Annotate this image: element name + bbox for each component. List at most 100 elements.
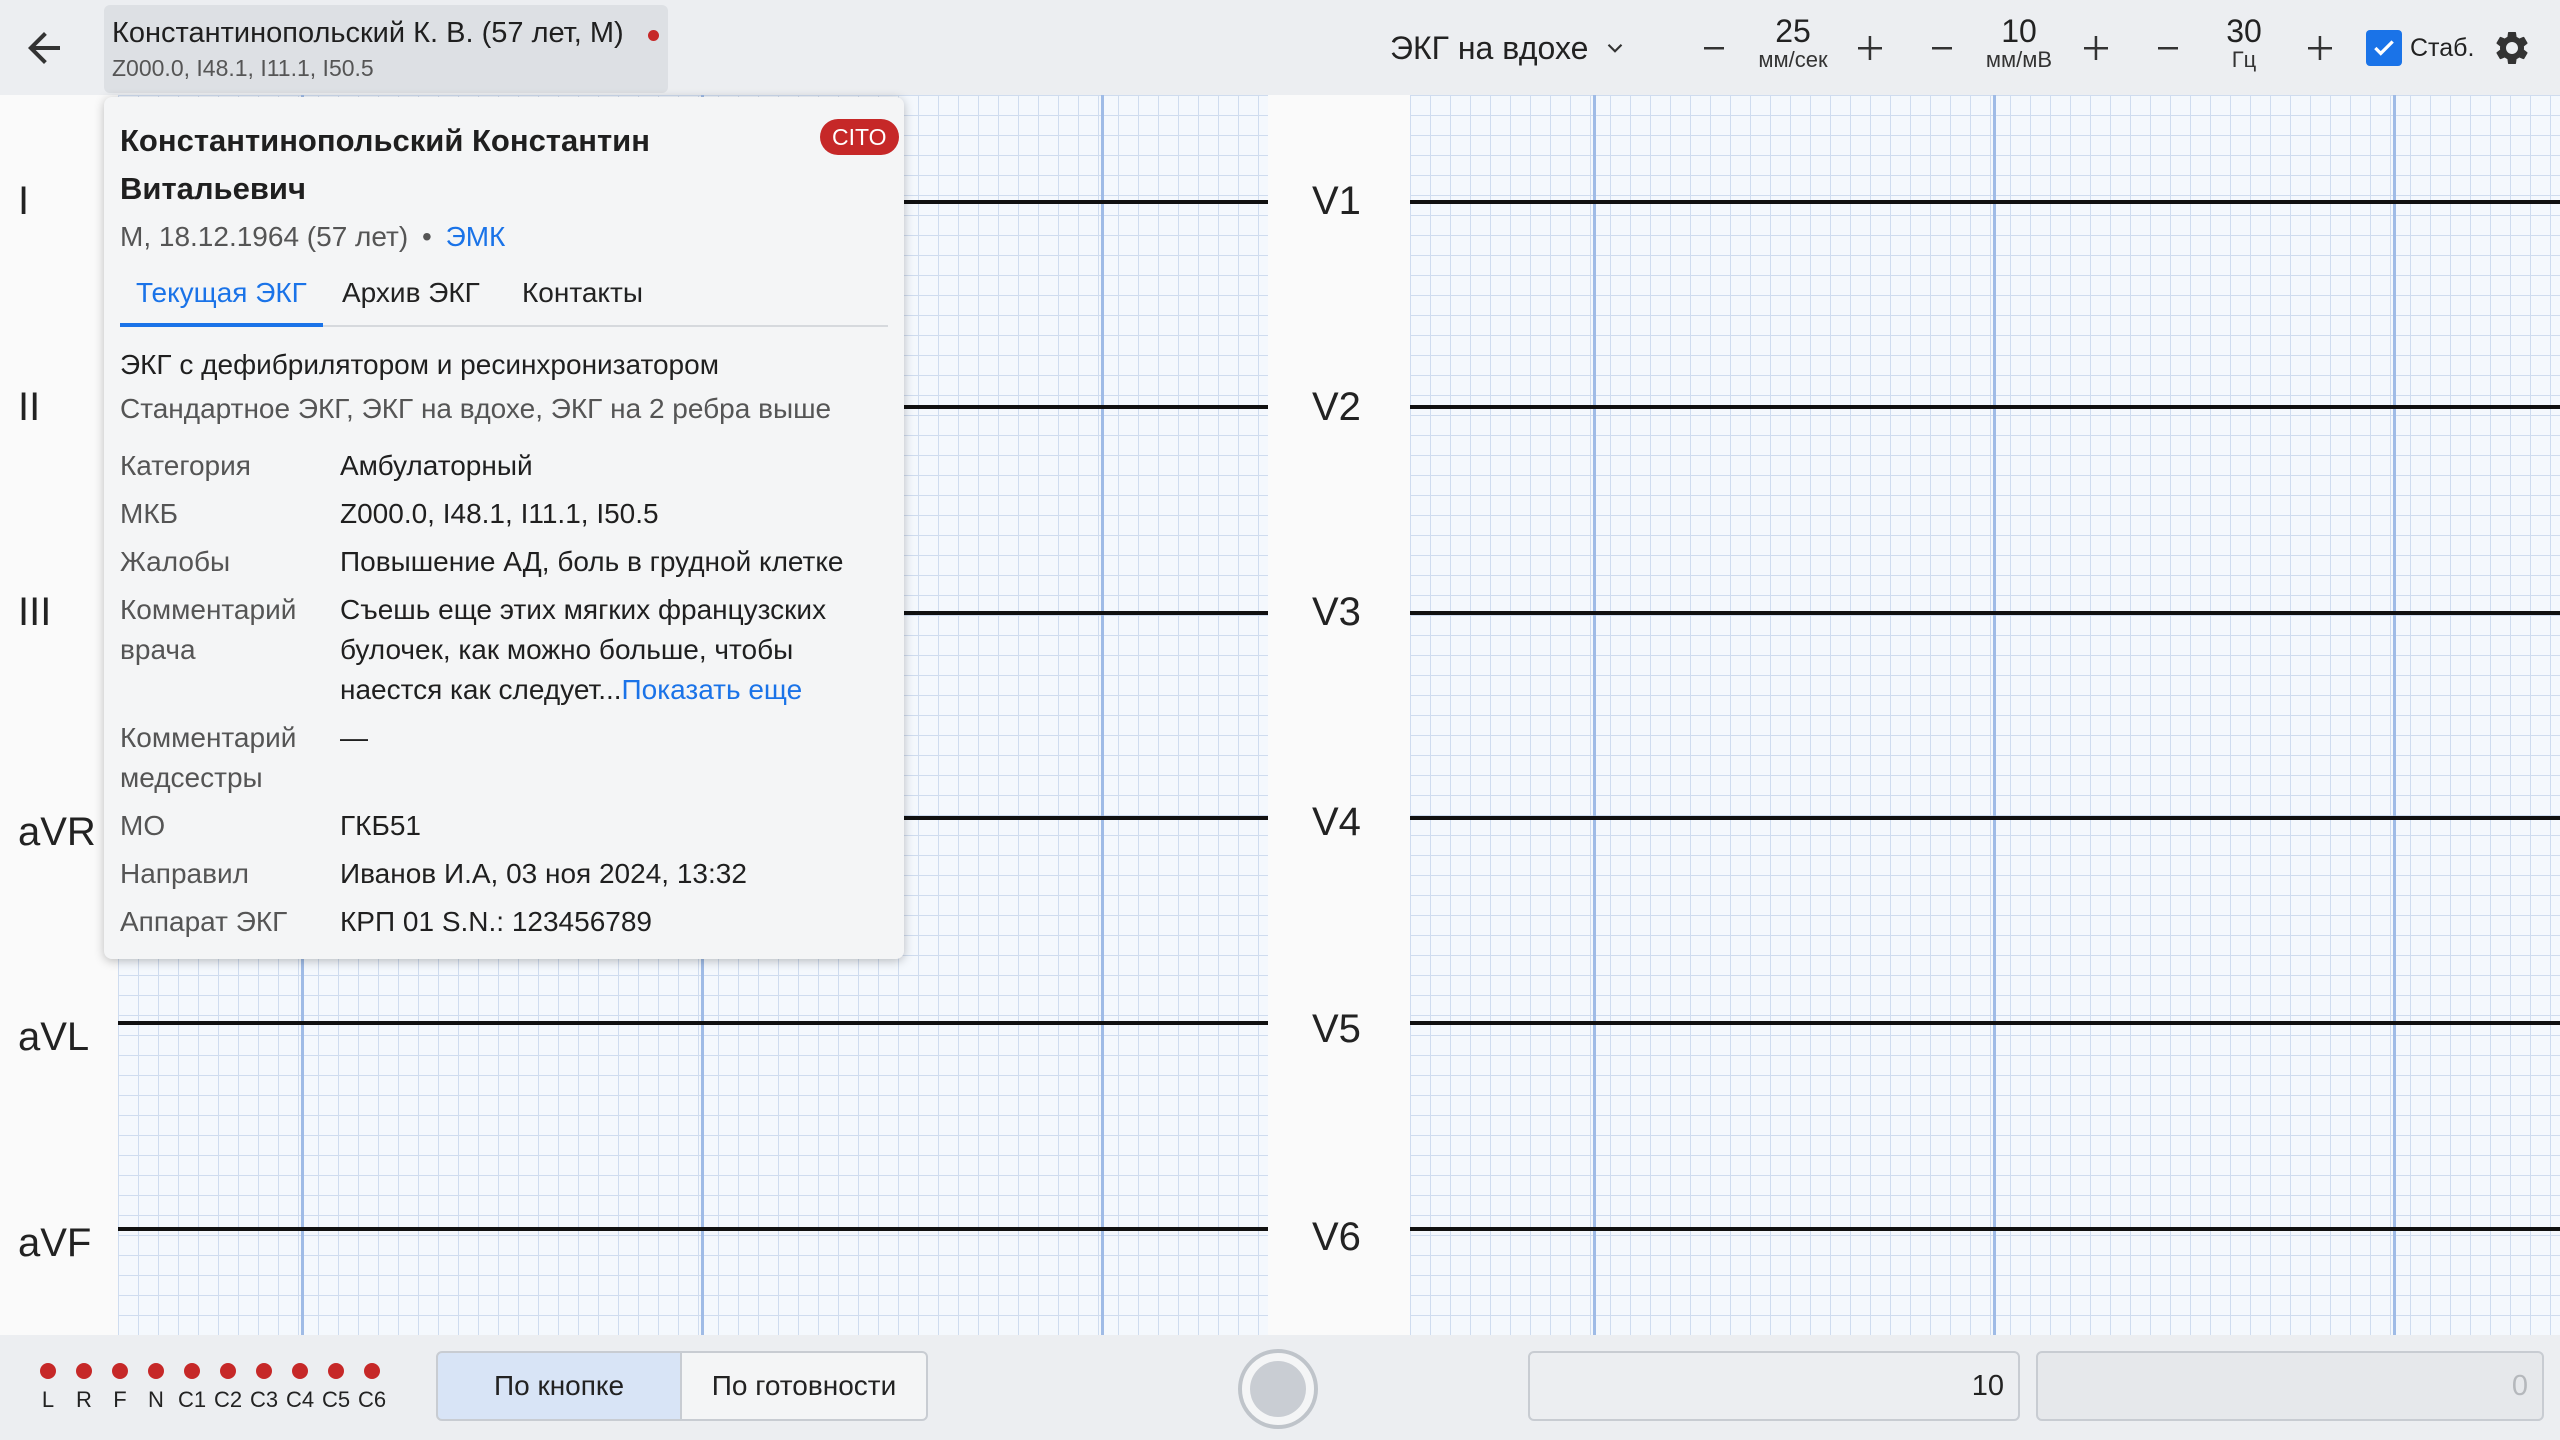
electrode-dot bbox=[184, 1363, 200, 1379]
back-button[interactable] bbox=[20, 24, 68, 72]
filter-increase-button[interactable] bbox=[2298, 24, 2342, 72]
electrode-indicator: L bbox=[30, 1363, 66, 1413]
meta-separator: • bbox=[421, 221, 432, 252]
settings-button[interactable] bbox=[2492, 28, 2532, 68]
electrode-label: C4 bbox=[285, 1387, 315, 1412]
checkbox-checked-icon bbox=[2366, 30, 2402, 66]
lead-trace-v5 bbox=[1410, 1021, 2560, 1025]
trigger-by-ready[interactable]: По готовности bbox=[682, 1351, 928, 1421]
gain-number: 10 bbox=[2001, 13, 2037, 49]
electrode-dot bbox=[220, 1363, 236, 1379]
electrode-label: N bbox=[148, 1387, 164, 1412]
tab-current-ekg[interactable]: Текущая ЭКГ bbox=[120, 269, 323, 327]
ekg-type: ЭКГ с дефибрилятором и ресинхронизатором bbox=[120, 349, 719, 380]
filter-decrease-button[interactable] bbox=[2146, 24, 2190, 72]
gain-decrease-button[interactable] bbox=[1920, 24, 1964, 72]
trigger-by-button[interactable]: По кнопке bbox=[436, 1351, 682, 1421]
bottom-bar: L R F N C1 C2 C3 C4 C5 C6 По кнопке По г… bbox=[0, 1335, 2560, 1440]
patient-short-name: Константинопольский К. В. (57 лет, М) bbox=[112, 17, 624, 49]
lead-label-v4: V4 bbox=[1312, 800, 1361, 844]
electrode-dot bbox=[328, 1363, 344, 1379]
electrode-dot bbox=[256, 1363, 272, 1379]
minus-icon bbox=[1932, 47, 1952, 50]
field-label-complaints: Жалобы bbox=[120, 546, 231, 577]
lead-label-v2: V2 bbox=[1312, 385, 1361, 429]
electrode-label: C3 bbox=[249, 1387, 279, 1412]
plus-icon bbox=[2084, 36, 2108, 60]
electrode-dot bbox=[112, 1363, 128, 1379]
record-icon bbox=[1250, 1361, 1306, 1417]
field-value-complaints: Повышение АД, боль в грудной клетке bbox=[340, 546, 844, 577]
stabilization-checkbox[interactable]: Стаб. bbox=[2366, 30, 2474, 66]
field-label-doctor-comment: Комментарий врача bbox=[120, 594, 297, 665]
counter-input bbox=[2036, 1351, 2544, 1421]
electrode-dot bbox=[40, 1363, 56, 1379]
patient-demographics: М, 18.12.1964 (57 лет) bbox=[120, 221, 409, 252]
top-bar: Константинопольский К. В. (57 лет, М) Z0… bbox=[0, 0, 2560, 95]
electrode-dot bbox=[148, 1363, 164, 1379]
gain-unit: мм/мВ bbox=[1985, 47, 2053, 72]
field-label-device: Аппарат ЭКГ bbox=[120, 906, 288, 937]
field-value-device: КРП 01 S.N.: 123456789 bbox=[340, 906, 652, 937]
lead-trace-avl bbox=[118, 1021, 1268, 1025]
electrode-label: C5 bbox=[321, 1387, 351, 1412]
lead-label-iii: III bbox=[18, 590, 52, 634]
gain-value: 10 мм/мВ bbox=[1966, 14, 2072, 72]
speed-decrease-button[interactable] bbox=[1692, 24, 1736, 72]
show-more-link[interactable]: Показать еще bbox=[622, 674, 803, 705]
electrode-label: L bbox=[41, 1387, 55, 1412]
grid-major-line bbox=[1993, 95, 1996, 1335]
tab-ekg-archive[interactable]: Архив ЭКГ bbox=[326, 269, 496, 327]
gear-icon bbox=[2496, 31, 2528, 64]
tab-contacts[interactable]: Контакты bbox=[506, 269, 659, 327]
lead-label-v3: V3 bbox=[1312, 590, 1361, 634]
filter-unit: Гц bbox=[2231, 47, 2257, 72]
record-button[interactable] bbox=[1238, 1349, 1318, 1429]
emk-link[interactable]: ЭМК bbox=[446, 221, 506, 252]
speed-value: 25 мм/сек bbox=[1740, 14, 1846, 72]
grid-major-line bbox=[1593, 95, 1596, 1335]
gain-increase-button[interactable] bbox=[2074, 24, 2118, 72]
lead-trace-avf bbox=[118, 1227, 1268, 1231]
duration-input[interactable] bbox=[1528, 1351, 2020, 1421]
electrode-label: C1 bbox=[177, 1387, 207, 1412]
card-tabs: Текущая ЭКГ Архив ЭКГ Контакты bbox=[120, 269, 888, 327]
electrode-dot bbox=[364, 1363, 380, 1379]
lead-label-v5: V5 bbox=[1312, 1007, 1361, 1051]
patient-card-popup: Константинопольский Константин Витальеви… bbox=[104, 97, 904, 959]
electrode-indicator: C6 bbox=[354, 1363, 390, 1413]
field-label-mo: МО bbox=[120, 810, 166, 841]
patient-codes: Z000.0, I48.1, I11.1, I50.5 bbox=[112, 55, 374, 81]
field-value-category: Амбулаторный bbox=[340, 450, 533, 481]
minus-icon bbox=[2158, 47, 2178, 50]
lead-label-v1: V1 bbox=[1312, 179, 1361, 223]
filter-value: 30 Гц bbox=[2200, 14, 2288, 72]
electrode-label: R bbox=[76, 1387, 92, 1412]
field-value-referrer: Иванов И.А, 03 ноя 2024, 13:32 bbox=[340, 858, 747, 889]
electrode-indicator: R bbox=[66, 1363, 102, 1413]
lead-label-avr: aVR bbox=[18, 810, 96, 854]
electrode-indicator: C3 bbox=[246, 1363, 282, 1413]
field-value-nurse-comment: — bbox=[340, 722, 368, 753]
patient-chip[interactable]: Константинопольский К. В. (57 лет, М) Z0… bbox=[104, 5, 668, 93]
patient-full-name: Константинопольский Константин Витальеви… bbox=[120, 123, 650, 206]
grid-major-line bbox=[1101, 95, 1104, 1335]
alert-dot bbox=[648, 30, 659, 41]
electrode-indicator: C5 bbox=[318, 1363, 354, 1413]
arrow-left-icon bbox=[28, 32, 60, 64]
mode-select-value: ЭКГ на вдохе bbox=[1390, 29, 1589, 66]
electrode-indicator: N bbox=[138, 1363, 174, 1413]
plus-icon bbox=[1858, 36, 1882, 60]
mode-select[interactable]: ЭКГ на вдохе bbox=[1390, 22, 1628, 74]
lead-trace-v2 bbox=[1410, 405, 2560, 409]
speed-increase-button[interactable] bbox=[1848, 24, 1892, 72]
stabilization-label: Стаб. bbox=[2410, 33, 2475, 62]
electrode-indicator: C2 bbox=[210, 1363, 246, 1413]
electrode-indicator: C4 bbox=[282, 1363, 318, 1413]
field-value-icd: Z000.0, I48.1, I11.1, I50.5 bbox=[340, 498, 659, 529]
lead-label-avf: aVF bbox=[18, 1221, 92, 1265]
lead-trace-v6 bbox=[1410, 1227, 2560, 1231]
field-value-doctor-comment: Съешь еще этих мягких французских булоче… bbox=[340, 590, 890, 710]
electrode-indicator: F bbox=[102, 1363, 138, 1413]
ecg-grid-right bbox=[1410, 95, 2560, 1335]
